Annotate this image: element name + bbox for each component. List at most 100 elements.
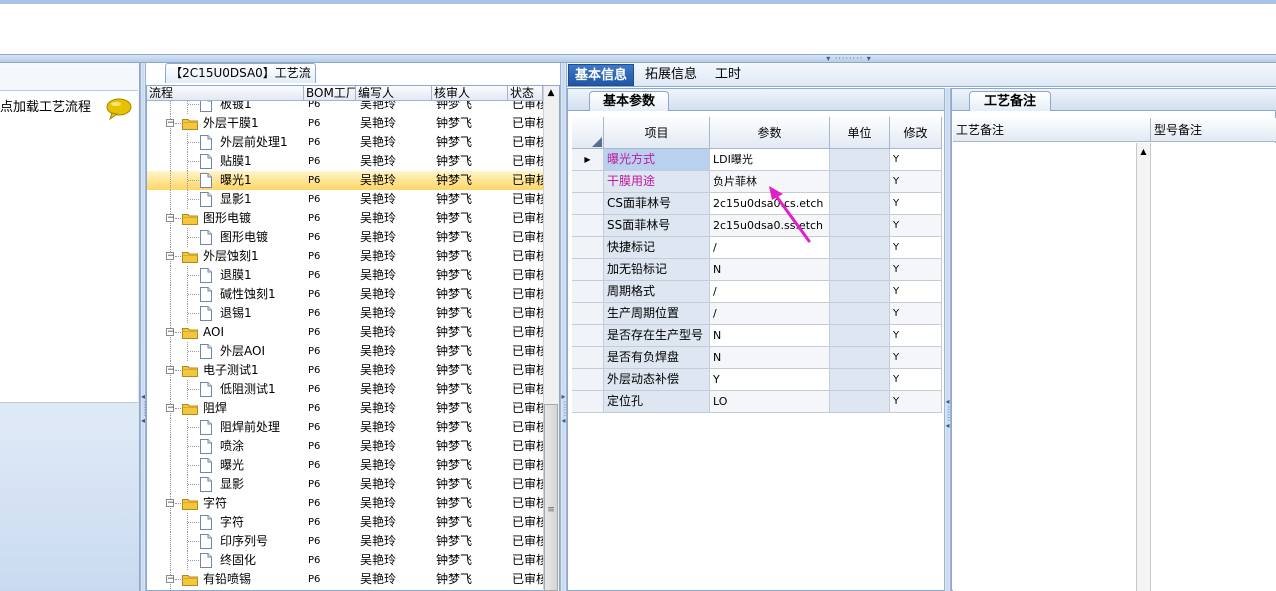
param-unit-cell[interactable] [830, 303, 890, 325]
param-row[interactable]: SS面菲林号 2c15u0dsa0.ss.etch Y [572, 215, 942, 237]
collapse-toggle-icon[interactable]: − [166, 366, 175, 375]
param-unit-cell[interactable] [830, 325, 890, 347]
tree-row[interactable]: 曝光 P6 吴艳玲 钟梦飞 已审核 [147, 456, 543, 475]
tree-row[interactable]: 显影 P6 吴艳玲 钟梦飞 已审核 [147, 475, 543, 494]
collapse-toggle-icon[interactable]: − [166, 404, 175, 413]
row-header[interactable] [572, 325, 604, 347]
collapse-toggle-icon[interactable]: − [166, 575, 175, 584]
tree-node[interactable]: − 阻焊 [147, 399, 304, 418]
tree-col-flow[interactable]: 流程 [147, 86, 304, 101]
tree-row[interactable]: 阻焊前处理 P6 吴艳玲 钟梦飞 已审核 [147, 418, 543, 437]
tree-node[interactable]: − 外层蚀刻1 [147, 247, 304, 266]
tree-row[interactable]: 字符 P6 吴艳玲 钟梦飞 已审核 [147, 513, 543, 532]
param-modify-cell[interactable]: Y [890, 347, 942, 369]
param-value-cell[interactable]: / [710, 303, 830, 325]
vertical-splitter-right[interactable]: ◂ ⋮ ⋮ ◂ [944, 88, 953, 591]
param-row[interactable]: 是否存在生产型号 N Y [572, 325, 942, 347]
row-header[interactable] [572, 171, 604, 193]
tree-node[interactable]: 外层AOI [147, 342, 304, 361]
collapse-toggle-icon[interactable]: − [166, 499, 175, 508]
model-remark-textarea[interactable] [1151, 143, 1276, 591]
tree-row[interactable]: − 外层蚀刻1 P6 吴艳玲 钟梦飞 已审核 [147, 247, 543, 266]
tree-scrollbar-thumb[interactable] [544, 404, 558, 591]
tree-node[interactable]: − 外层干膜1 [147, 114, 304, 133]
tree-col-writer[interactable]: 编写人 [356, 86, 432, 101]
tree-col-bom[interactable]: BOM工厂 [304, 86, 356, 101]
param-modify-cell[interactable]: Y [890, 171, 942, 193]
param-modify-cell[interactable]: Y [890, 303, 942, 325]
tree-node[interactable]: 低阻测试1 [147, 380, 304, 399]
tree-row[interactable]: 外层前处理1 P6 吴艳玲 钟梦飞 已审核 [147, 133, 543, 152]
tab-process-remarks[interactable]: 工艺备注 [969, 91, 1051, 111]
param-unit-cell[interactable] [830, 215, 890, 237]
param-row[interactable]: 生产周期位置 / Y [572, 303, 942, 325]
tree-node[interactable]: 显影1 [147, 190, 304, 209]
tree-node[interactable]: 贴膜1 [147, 152, 304, 171]
tree-node[interactable]: 碱性蚀刻1 [147, 285, 304, 304]
tree-row[interactable]: 板镀1 P6 吴艳玲 钟梦飞 已审核 [147, 101, 543, 114]
tree-row[interactable]: − 图形电镀 P6 吴艳玲 钟梦飞 已审核 [147, 209, 543, 228]
tree-row[interactable]: 退膜1 P6 吴艳玲 钟梦飞 已审核 [147, 266, 543, 285]
row-header[interactable] [572, 303, 604, 325]
splitter-grip-icon[interactable]: ◂ ⋮ ⋮ ◂ [141, 393, 149, 425]
scroll-up-arrow-icon[interactable]: ▲ [543, 86, 559, 101]
tree-row[interactable]: 低阻测试1 P6 吴艳玲 钟梦飞 已审核 [147, 380, 543, 399]
param-value-cell[interactable]: LO [710, 391, 830, 413]
param-value-cell[interactable]: N [710, 325, 830, 347]
tree-node[interactable]: − 图形电镀 [147, 209, 304, 228]
tree-node[interactable]: − 字符 [147, 494, 304, 513]
tree-row[interactable]: − 外层干膜1 P6 吴艳玲 钟梦飞 已审核 [147, 114, 543, 133]
row-header[interactable] [572, 391, 604, 413]
tree-row[interactable]: − 有铅喷锡 P6 吴艳玲 钟梦飞 已审核 [147, 570, 543, 589]
remarks-col-model[interactable]: 型号备注 [1151, 118, 1276, 142]
param-unit-cell[interactable] [830, 347, 890, 369]
param-modify-cell[interactable]: Y [890, 369, 942, 391]
tree-row[interactable]: − 字符 P6 吴艳玲 钟梦飞 已审核 [147, 494, 543, 513]
param-row[interactable]: ▶ 曝光方式 LDI曝光 Y [572, 149, 942, 171]
grid-col-modify[interactable]: 修改 [890, 117, 942, 149]
splitter-grip-icon[interactable]: ◂ ⋮ ⋮ ◂ [945, 398, 953, 430]
collapse-toggle-icon[interactable]: − [166, 214, 175, 223]
row-header[interactable] [572, 347, 604, 369]
tree-col-status[interactable]: 状态 [508, 86, 543, 101]
tree-row[interactable]: 显影1 P6 吴艳玲 钟梦飞 已审核 [147, 190, 543, 209]
tab-basic-info[interactable]: 基本信息 [568, 64, 635, 86]
tree-node[interactable]: 显影 [147, 475, 304, 494]
tree-node[interactable]: 板镀1 [147, 101, 304, 114]
horizontal-splitter[interactable] [0, 54, 1276, 63]
param-modify-cell[interactable]: Y [890, 325, 942, 347]
tree-node[interactable]: 印序列号 [147, 532, 304, 551]
param-value-cell[interactable]: Y [710, 369, 830, 391]
param-row[interactable]: CS面菲林号 2c15u0dsa0.cs.etch Y [572, 193, 942, 215]
tree-row[interactable]: 喷涂 P6 吴艳玲 钟梦飞 已审核 [147, 437, 543, 456]
process-remark-textarea[interactable] [953, 143, 1137, 591]
row-header[interactable] [572, 215, 604, 237]
grid-col-param[interactable]: 参数 [710, 117, 830, 149]
param-modify-cell[interactable]: Y [890, 259, 942, 281]
splitter-grip-icon[interactable]: ▸ ⋮ ⋮ ◂ [561, 393, 569, 425]
param-row[interactable]: 定位孔 LO Y [572, 391, 942, 413]
tree-row[interactable]: 外层AOI P6 吴艳玲 钟梦飞 已审核 [147, 342, 543, 361]
tab-extended-info[interactable]: 拓展信息 [639, 64, 703, 86]
param-row[interactable]: 周期格式 / Y [572, 281, 942, 303]
param-value-cell[interactable]: / [710, 281, 830, 303]
param-modify-cell[interactable]: Y [890, 149, 942, 171]
row-header[interactable] [572, 193, 604, 215]
tree-node[interactable]: 阻焊前处理 [147, 418, 304, 437]
param-value-cell[interactable]: N [710, 347, 830, 369]
row-header[interactable] [572, 281, 604, 303]
tree-node[interactable]: 终固化 [147, 551, 304, 570]
param-modify-cell[interactable]: Y [890, 215, 942, 237]
tree-node[interactable]: 图形电镀 [147, 228, 304, 247]
param-unit-cell[interactable] [830, 193, 890, 215]
param-value-cell[interactable]: LDI曝光 [710, 149, 830, 171]
collapse-toggle-icon[interactable]: − [166, 252, 175, 261]
param-row[interactable]: 快捷标记 / Y [572, 237, 942, 259]
collapse-toggle-icon[interactable]: − [166, 328, 175, 337]
param-unit-cell[interactable] [830, 149, 890, 171]
row-header[interactable] [572, 259, 604, 281]
collapse-toggle-icon[interactable]: − [166, 119, 175, 128]
grid-col-item[interactable]: 项目 [604, 117, 710, 149]
param-row[interactable]: 外层动态补偿 Y Y [572, 369, 942, 391]
tree-node[interactable]: 曝光 [147, 456, 304, 475]
